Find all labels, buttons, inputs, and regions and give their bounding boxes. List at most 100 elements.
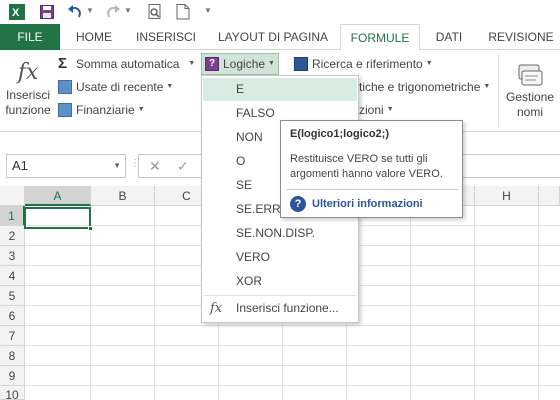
lookup-functions-button[interactable]: Ricerca e riferimento ▼ — [294, 54, 433, 74]
name-manager-label-1: Gestione — [505, 90, 555, 104]
logical-label: Logiche — [223, 57, 266, 71]
active-cell-a1[interactable] — [24, 207, 93, 231]
name-manager-label-2: nomi — [516, 105, 543, 119]
gridline — [25, 365, 560, 366]
tooltip-title: E(logico1;logico2;) — [290, 128, 389, 140]
fx-icon: fx — [210, 301, 223, 316]
row-header-7[interactable]: 7 — [0, 326, 25, 346]
print-preview-icon[interactable] — [146, 3, 164, 21]
column-header-h[interactable]: H — [475, 186, 539, 206]
undo-icon[interactable] — [66, 3, 84, 21]
name-box[interactable]: A1 ▼ — [6, 154, 126, 178]
autosum-label: Somma automatica — [76, 57, 180, 71]
chevron-down-icon[interactable]: ▼ — [113, 155, 121, 177]
row-header-9[interactable]: 9 — [0, 366, 25, 386]
column-header-a[interactable]: A — [25, 186, 91, 206]
chevron-down-icon: ▼ — [425, 60, 433, 67]
chevron-down-icon: ▼ — [483, 83, 491, 90]
gridline — [25, 385, 560, 386]
menu-item-se-non-disp[interactable]: SE.NON.DISP. — [203, 222, 357, 245]
fx-icon: fx — [2, 58, 54, 88]
tooltip-divider — [287, 189, 458, 190]
gridline — [154, 206, 155, 400]
select-all-corner[interactable] — [0, 186, 25, 206]
book-icon — [58, 103, 72, 117]
more-functions-button[interactable]: zioni ▼ — [359, 100, 394, 120]
recent-functions-button[interactable]: Usate di recente ▼ — [58, 77, 173, 97]
chevron-down-icon: ▼ — [137, 106, 145, 113]
column-header-b[interactable]: B — [91, 186, 155, 206]
tab-home[interactable]: HOME — [66, 24, 122, 50]
book-icon — [58, 80, 72, 94]
tab-revisione[interactable]: REVISIONE — [482, 24, 560, 50]
menu-item-xor[interactable]: XOR — [203, 270, 357, 293]
chevron-down-icon: ▼ — [188, 60, 196, 67]
open-icon[interactable] — [174, 3, 192, 21]
autosum-button[interactable]: Σ Somma automatica ▼ — [58, 54, 195, 74]
row-header-1[interactable]: 1 — [0, 206, 25, 226]
cancel-icon[interactable]: ✕ — [149, 158, 161, 175]
gridline — [474, 206, 475, 400]
name-manager-icon — [502, 60, 558, 90]
redo-dropdown-icon[interactable]: ▼ — [124, 6, 132, 15]
financial-label: Finanziarie — [76, 103, 135, 117]
gridline — [25, 345, 560, 346]
gridline — [90, 206, 91, 400]
ribbon-tabs: FILE HOME INSERISCI LAYOUT DI PAGINA FOR… — [0, 24, 560, 51]
customize-qat-icon[interactable]: ▼ — [204, 6, 212, 15]
row-header-6[interactable]: 6 — [0, 306, 25, 326]
recent-label: Usate di recente — [76, 80, 164, 94]
help-icon: ? — [290, 196, 306, 212]
tab-file[interactable]: FILE — [0, 24, 60, 50]
chevron-down-icon: ▼ — [268, 60, 275, 67]
fill-handle[interactable] — [88, 226, 93, 231]
menu-separator — [203, 295, 357, 296]
row-header-5[interactable]: 5 — [0, 286, 25, 306]
tab-formule[interactable]: FORMULE — [340, 24, 420, 51]
save-icon[interactable] — [38, 3, 56, 21]
menu-item-vero[interactable]: VERO — [203, 246, 357, 269]
logical-functions-button[interactable]: ? Logiche ▼ — [201, 53, 279, 75]
svg-text:X: X — [12, 7, 20, 19]
row-header-10[interactable]: 10 — [0, 386, 25, 400]
financial-functions-button[interactable]: Finanziarie ▼ — [58, 100, 145, 120]
gridline — [538, 206, 539, 400]
menu-item-e[interactable]: E — [203, 78, 357, 101]
row-header-4[interactable]: 4 — [0, 266, 25, 286]
column-header-partial[interactable] — [539, 186, 560, 206]
tab-dati[interactable]: DATI — [424, 24, 474, 50]
row-header-8[interactable]: 8 — [0, 346, 25, 366]
lookup-label: Ricerca e riferimento — [312, 57, 423, 71]
insert-function-label-2: funzione — [5, 103, 51, 117]
gridline — [25, 325, 560, 326]
function-tooltip: E(logico1;logico2;) Restituisce VERO se … — [280, 120, 463, 218]
quick-access-toolbar: X ▼ ▼ ▼ — [0, 0, 560, 24]
ribbon-divider — [498, 54, 499, 126]
insert-function-label-1: Inserisci — [5, 88, 50, 102]
math-label: tiche e trigonometriche — [359, 80, 481, 94]
row-header-3[interactable]: 3 — [0, 246, 25, 266]
undo-dropdown-icon[interactable]: ▼ — [86, 6, 94, 15]
tab-inserisci[interactable]: INSERISCI — [130, 24, 202, 50]
tooltip-description: Restituisce VERO se tutti gli argomenti … — [290, 153, 443, 180]
gridline — [410, 206, 411, 400]
more-functions-label: zioni — [359, 103, 384, 117]
tab-layout-di-pagina[interactable]: LAYOUT DI PAGINA — [210, 24, 336, 50]
insert-function-button[interactable]: fx Inserisci funzione — [2, 58, 54, 118]
menu-item-insert-function[interactable]: Inserisci funzione... — [203, 297, 357, 320]
name-box-value: A1 — [12, 158, 28, 173]
name-manager-button[interactable]: Gestione nomi — [502, 60, 558, 120]
redo-icon[interactable] — [104, 3, 122, 21]
chevron-down-icon: ▼ — [386, 106, 394, 113]
search-book-icon — [294, 57, 308, 71]
sigma-icon: Σ — [58, 55, 68, 72]
fx-icon-label: fx — [17, 60, 39, 85]
enter-icon[interactable]: ✓ — [177, 158, 189, 175]
question-book-icon: ? — [205, 57, 219, 71]
excel-icon[interactable]: X — [8, 3, 26, 21]
math-functions-button[interactable]: tiche e trigonometriche ▼ — [359, 77, 490, 97]
row-header-2[interactable]: 2 — [0, 226, 25, 246]
chevron-down-icon: ▼ — [166, 83, 174, 90]
help-link-label[interactable]: Ulteriori informazioni — [312, 198, 423, 210]
help-link[interactable]: ? Ulteriori informazioni — [290, 195, 423, 213]
